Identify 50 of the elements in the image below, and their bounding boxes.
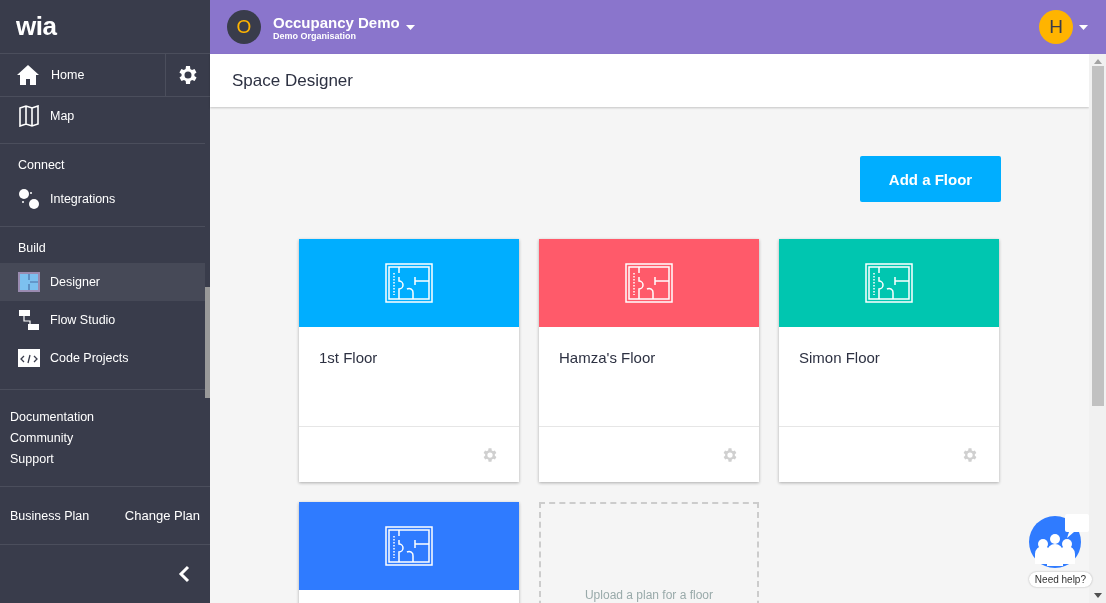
home-icon <box>17 64 39 86</box>
floor-name[interactable]: Simon Floor <box>799 349 880 366</box>
sidebar-label: Code Projects <box>50 351 129 365</box>
flow-icon <box>18 309 40 331</box>
home-label: Home <box>51 68 85 82</box>
floor-plan-icon <box>18 272 40 292</box>
floor-card[interactable]: Simon Floor <box>779 239 999 482</box>
scrollbar-thumb[interactable] <box>1091 66 1104 406</box>
sidebar-item[interactable]: Flow Studio <box>0 301 205 339</box>
floor-plan-icon <box>385 526 433 566</box>
floor-card[interactable]: 1st Floor <box>299 239 519 482</box>
map-icon <box>19 105 39 127</box>
organisation-name: Demo Organisation <box>273 30 357 41</box>
help-link[interactable]: Support <box>10 452 200 466</box>
people-chat-icon[interactable] <box>1029 514 1092 570</box>
page-title: Space Designer <box>232 70 353 91</box>
user-avatar[interactable]: H <box>1039 10 1073 44</box>
scrollbar-thumb[interactable] <box>205 287 210 398</box>
scroll-down-icon[interactable] <box>1093 593 1102 598</box>
floor-name[interactable]: 1st Floor <box>319 349 378 366</box>
change-plan-link[interactable]: Change Plan <box>124 508 200 523</box>
sidebar-item[interactable]: Designer <box>0 263 205 301</box>
wia-logo[interactable]: wia <box>16 11 57 42</box>
sidebar-item[interactable]: Map <box>0 97 205 135</box>
collapse-chevron-icon[interactable] <box>178 565 190 583</box>
need-help-label[interactable]: Need help? <box>1028 572 1092 587</box>
sidebar-item[interactable]: Code Projects <box>0 339 205 377</box>
floor-card[interactable]: Hamza's Floor <box>539 239 759 482</box>
sidebar-label: Flow Studio <box>50 313 116 327</box>
floor-plan-icon <box>385 263 433 303</box>
floor-name[interactable]: Hamza's Floor <box>559 349 656 366</box>
sidebar-label: Map <box>50 109 75 123</box>
sidebar-label: Integrations <box>50 192 116 206</box>
sidebar-label: Designer <box>50 275 101 289</box>
section-heading: Connect <box>0 143 205 180</box>
org-avatar[interactable]: O <box>227 10 261 44</box>
floor-plan-icon <box>865 263 913 303</box>
code-icon <box>18 349 40 367</box>
upload-hint: Upload a plan for a floor <box>584 588 714 602</box>
plan-name: Business Plan <box>10 508 90 523</box>
scroll-up-icon[interactable] <box>1093 59 1102 64</box>
floor-plan-icon <box>625 263 673 303</box>
sidebar-item[interactable]: Integrations <box>0 180 205 218</box>
nodes-icon <box>18 188 40 210</box>
help-link[interactable]: Documentation <box>10 410 200 424</box>
project-name[interactable]: Occupancy Demo <box>273 13 400 31</box>
caret-icon[interactable] <box>405 24 415 30</box>
home-nav-item[interactable]: Home <box>0 54 166 96</box>
help-link[interactable]: Community <box>10 431 200 445</box>
caret-icon[interactable] <box>1079 24 1088 30</box>
